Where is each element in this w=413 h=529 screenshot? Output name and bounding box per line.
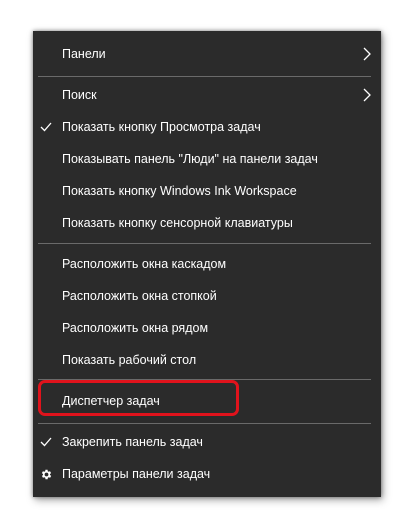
- checkmark-icon: [39, 427, 53, 457]
- menu-item-label: Показать кнопку Просмотра задач: [62, 120, 261, 134]
- menu-item-lock-taskbar[interactable]: Закрепить панель задач: [33, 427, 381, 457]
- menu-separator: [38, 379, 371, 380]
- menu-separator: [38, 76, 371, 77]
- gear-icon: [39, 459, 53, 489]
- menu-item-label: Расположить окна каскадом: [62, 257, 227, 271]
- menu-item-stack-windows[interactable]: Расположить окна стопкой: [33, 281, 381, 311]
- menu-item-label: Параметры панели задач: [62, 467, 211, 481]
- menu-item-task-manager[interactable]: Диспетчер задач: [33, 386, 381, 416]
- menu-item-cascade-windows[interactable]: Расположить окна каскадом: [33, 249, 381, 279]
- menu-item-search[interactable]: Поиск: [33, 80, 381, 110]
- menu-item-label: Панели: [62, 47, 106, 61]
- taskbar-context-menu: Панели Поиск Показать кнопку Просмотра з…: [33, 31, 381, 497]
- menu-separator: [38, 423, 371, 424]
- menu-item-show-desktop[interactable]: Показать рабочий стол: [33, 345, 381, 375]
- menu-item-panels[interactable]: Панели: [33, 39, 381, 69]
- menu-item-label: Показать рабочий стол: [62, 353, 197, 367]
- menu-item-show-windows-ink-button[interactable]: Показать кнопку Windows Ink Workspace: [33, 176, 381, 206]
- menu-item-label: Расположить окна стопкой: [62, 289, 217, 303]
- checkmark-icon: [39, 112, 53, 142]
- menu-item-side-by-side-windows[interactable]: Расположить окна рядом: [33, 313, 381, 343]
- menu-item-label: Показать кнопку Windows Ink Workspace: [62, 184, 297, 198]
- menu-item-label: Расположить окна рядом: [62, 321, 209, 335]
- menu-item-show-people-panel[interactable]: Показывать панель "Люди" на панели задач: [33, 144, 381, 174]
- menu-item-taskbar-settings[interactable]: Параметры панели задач: [33, 459, 381, 489]
- menu-item-show-task-view-button[interactable]: Показать кнопку Просмотра задач: [33, 112, 381, 142]
- chevron-right-icon: [361, 39, 373, 69]
- menu-item-label: Показывать панель "Люди" на панели задач: [62, 152, 318, 166]
- menu-separator: [38, 243, 371, 244]
- chevron-right-icon: [361, 80, 373, 110]
- menu-item-label: Диспетчер задач: [62, 394, 160, 408]
- menu-item-label: Закрепить панель задач: [62, 435, 203, 449]
- menu-item-label: Показать кнопку сенсорной клавиатуры: [62, 216, 293, 230]
- menu-item-show-touch-keyboard-button[interactable]: Показать кнопку сенсорной клавиатуры: [33, 208, 381, 238]
- menu-item-label: Поиск: [62, 88, 97, 102]
